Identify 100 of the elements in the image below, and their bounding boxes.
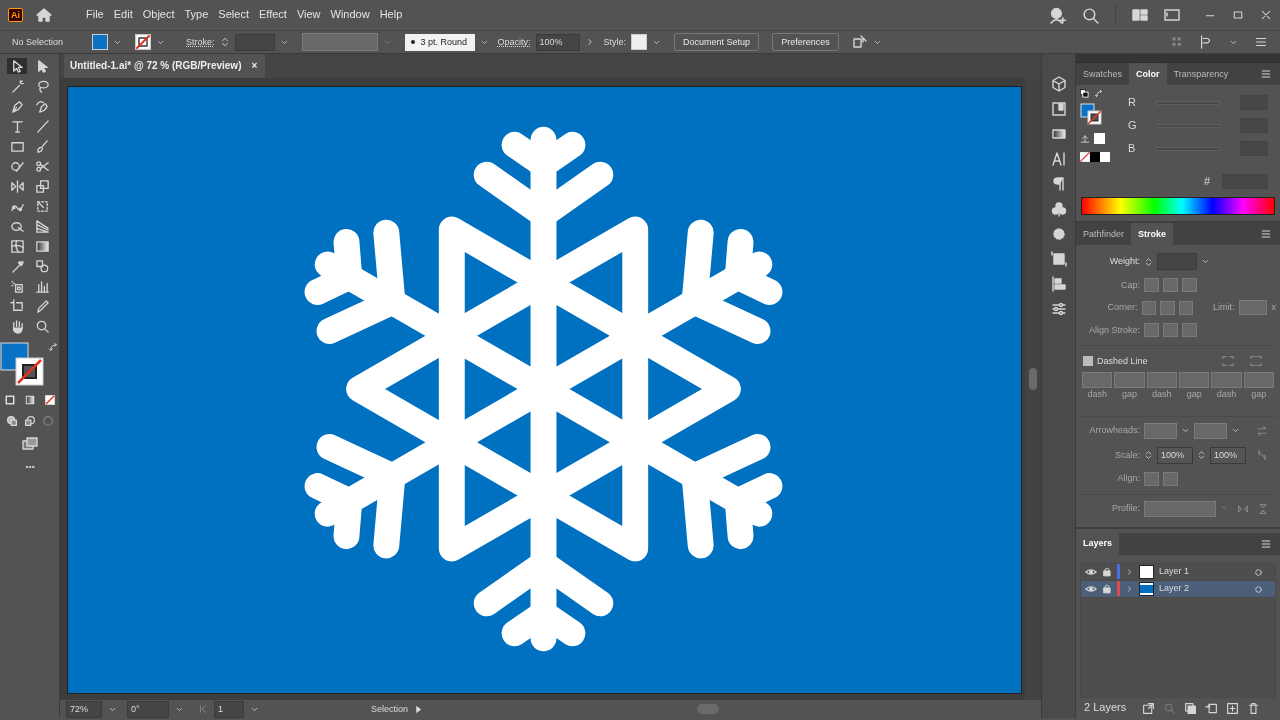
trash-icon[interactable] <box>1247 701 1261 715</box>
chevron-icon[interactable] <box>1125 583 1134 594</box>
cube-icon[interactable] <box>1050 76 1067 92</box>
document-tab[interactable]: Untitled-1.ai* @ 72 % (RGB/Preview) × <box>64 54 266 78</box>
dash-field[interactable] <box>1146 372 1177 388</box>
menu-icon[interactable] <box>1260 68 1272 80</box>
square-icon[interactable] <box>3 394 16 406</box>
layer-row[interactable]: Layer 1 <box>1081 563 1275 581</box>
spinner-icon[interactable] <box>1197 449 1206 462</box>
dash-field[interactable] <box>1114 372 1145 388</box>
character-icon[interactable] <box>1050 151 1067 167</box>
opacity-field[interactable]: 100% <box>535 33 580 51</box>
menu-item[interactable]: Select <box>213 6 254 24</box>
club-icon[interactable] <box>1050 201 1067 217</box>
close-tab-button[interactable]: × <box>251 59 258 72</box>
default-colors-icon[interactable] <box>1080 89 1090 99</box>
dash-field[interactable] <box>1179 372 1210 388</box>
move-icon[interactable] <box>1205 701 1219 715</box>
maximize-icon[interactable] <box>1232 9 1244 21</box>
gradient-swatch-icon[interactable] <box>23 394 36 406</box>
no-color-icon[interactable] <box>43 394 56 406</box>
export-icon[interactable] <box>1142 701 1156 715</box>
sun-icon[interactable] <box>1050 226 1067 242</box>
flip-vertical-icon[interactable] <box>1257 502 1269 515</box>
menu-item[interactable]: Type <box>179 6 214 24</box>
stroke-weight-field[interactable] <box>234 33 275 51</box>
paragraph-icon[interactable] <box>1050 176 1067 192</box>
menu-item[interactable]: Window <box>325 6 375 24</box>
panel-tab[interactable]: Layers <box>1076 532 1120 555</box>
draw-behind-icon[interactable] <box>22 414 37 428</box>
panel-tab[interactable]: Transparency <box>1166 63 1236 85</box>
menu-item[interactable]: Object <box>137 6 180 24</box>
menu-icon[interactable] <box>1260 228 1272 240</box>
layer-name[interactable]: Layer 2 <box>1159 583 1190 595</box>
color-swatch[interactable] <box>1094 133 1105 144</box>
workspace-icon[interactable] <box>1132 7 1148 23</box>
width-profile-field[interactable] <box>301 33 378 51</box>
lock-icon[interactable] <box>1102 566 1112 578</box>
clip-icon[interactable] <box>1184 701 1198 715</box>
home-icon[interactable] <box>35 7 53 23</box>
dash-field[interactable] <box>1211 372 1242 388</box>
fill-swatch[interactable] <box>92 34 109 50</box>
stroke-label[interactable]: Stroke: <box>186 36 215 48</box>
toolbar-button[interactable]: Document Setup <box>674 33 760 51</box>
play-icon[interactable] <box>414 704 424 714</box>
spinner-icon[interactable] <box>1144 255 1153 268</box>
add-icon[interactable] <box>1226 701 1240 715</box>
brush-field[interactable]: 3 pt. Round <box>404 33 475 51</box>
rotation-field[interactable]: 0° <box>127 700 169 718</box>
none-swatch[interactable] <box>1080 152 1090 162</box>
first-page-icon[interactable] <box>198 704 208 715</box>
arrowhead-field[interactable] <box>1194 422 1227 439</box>
style-swatch[interactable] <box>631 34 648 50</box>
menu-icon[interactable] <box>1254 35 1268 49</box>
dash-field[interactable] <box>1243 372 1274 388</box>
color-swatch[interactable] <box>1090 152 1100 162</box>
toolbar-button[interactable]: Preferences <box>772 33 839 51</box>
search-icon[interactable] <box>1082 6 1099 24</box>
opacity-label[interactable]: Opacity: <box>497 36 531 48</box>
limit-field[interactable] <box>1238 300 1268 315</box>
caret-icon[interactable] <box>1201 257 1210 266</box>
flip-horizontal-icon[interactable] <box>1237 502 1249 515</box>
grid-icon[interactable] <box>1171 36 1183 48</box>
swap-arrows-icon[interactable] <box>1256 424 1268 437</box>
menu-item[interactable]: Help <box>374 6 408 24</box>
add-user-icon[interactable] <box>1049 6 1066 24</box>
dash-field[interactable] <box>1082 372 1113 388</box>
fill-stroke-swatches[interactable] <box>0 342 44 386</box>
spinner-icon[interactable] <box>1144 449 1153 462</box>
artboard-field[interactable]: 1 <box>214 700 244 718</box>
align-left-icon[interactable] <box>1050 276 1067 292</box>
sliders-icon[interactable] <box>1050 301 1067 317</box>
panel-tab[interactable]: Color <box>1129 63 1167 85</box>
stroke-swatch[interactable] <box>135 34 152 50</box>
menu-icon[interactable] <box>1260 537 1272 550</box>
zoom-field[interactable]: 72% <box>66 700 102 718</box>
tool-button[interactable] <box>7 58 27 74</box>
unlink-icon[interactable] <box>1256 449 1268 462</box>
screen-mode-icon[interactable] <box>20 436 39 453</box>
profile-field[interactable] <box>1144 500 1216 517</box>
scroll-thumb[interactable] <box>1029 367 1037 390</box>
close-icon[interactable] <box>1260 9 1272 21</box>
library-icon[interactable] <box>1050 101 1067 117</box>
weight-field[interactable] <box>1157 253 1197 270</box>
panel-tab[interactable]: Swatches <box>1076 63 1130 85</box>
swap-icon[interactable] <box>48 342 59 353</box>
menu-item[interactable]: Effect <box>253 6 292 24</box>
color-swatch[interactable] <box>1100 152 1110 162</box>
chevron-icon[interactable] <box>1125 566 1134 577</box>
menu-item[interactable]: Edit <box>108 6 138 24</box>
window-icon[interactable] <box>1164 7 1180 23</box>
layer-name[interactable]: Layer 1 <box>1159 566 1190 578</box>
color-spectrum[interactable] <box>1081 197 1275 215</box>
spinner-icon[interactable] <box>219 35 230 49</box>
draw-normal-icon[interactable] <box>4 414 19 428</box>
arrowhead-field[interactable] <box>1144 422 1177 439</box>
swap-icon[interactable] <box>1094 89 1104 99</box>
menu-item[interactable]: File <box>81 6 109 24</box>
gradient-icon[interactable] <box>1050 126 1067 142</box>
lock-icon[interactable] <box>1102 583 1112 595</box>
